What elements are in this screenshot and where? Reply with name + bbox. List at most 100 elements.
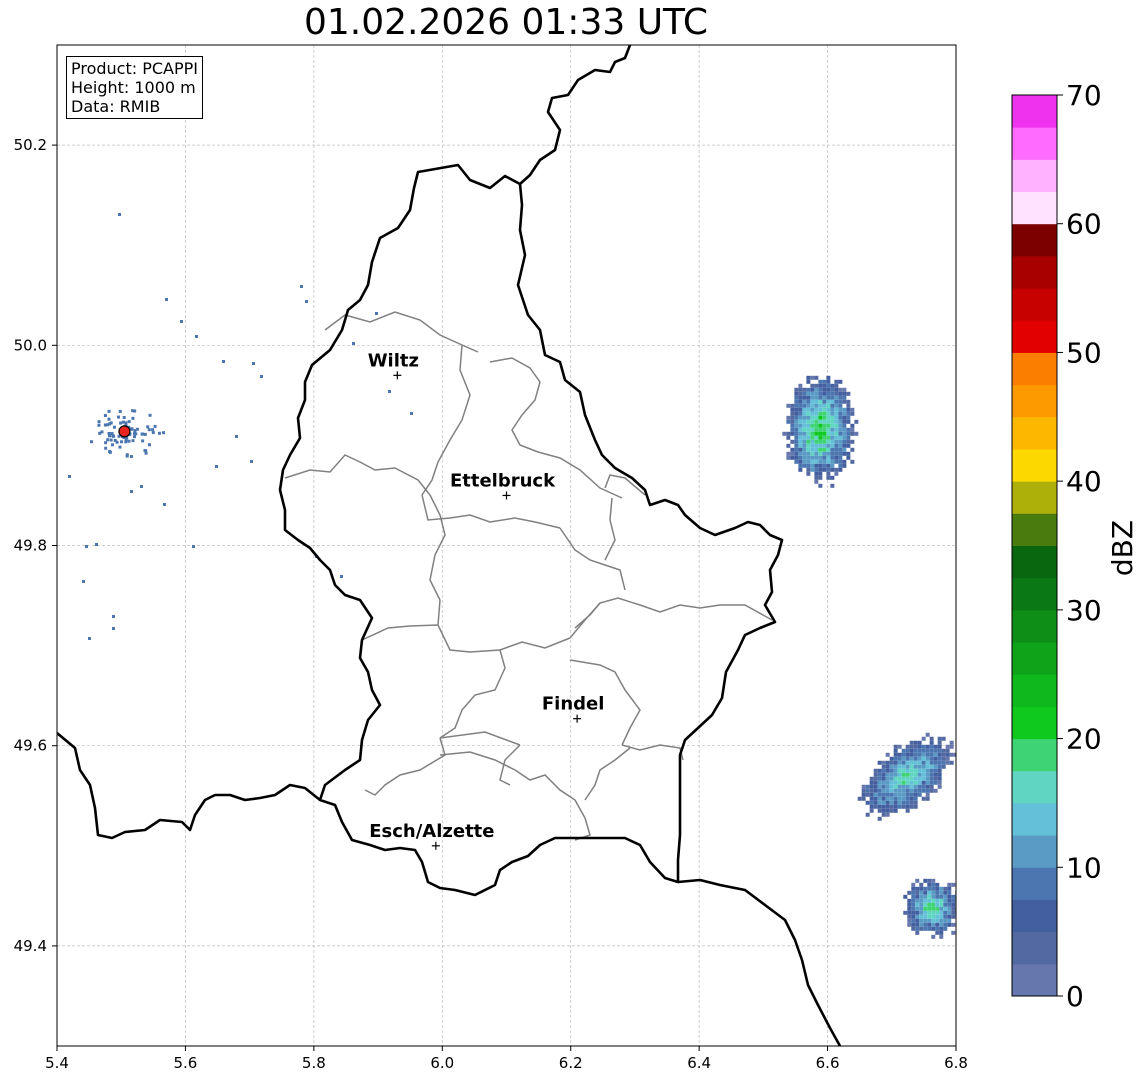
echo-pixel xyxy=(905,804,910,809)
echo-pixel xyxy=(951,902,956,907)
echo-pixel xyxy=(826,439,831,444)
echo-pixel xyxy=(806,435,811,440)
echo-pixel xyxy=(929,752,934,757)
echo-pixel xyxy=(865,800,870,805)
echo-pixel xyxy=(850,427,855,432)
echo-pixel xyxy=(873,792,878,797)
echo-pixel xyxy=(919,918,924,923)
colorbar xyxy=(1012,95,1057,997)
echo-pixel xyxy=(917,756,922,761)
echo-pixel xyxy=(925,732,930,737)
echo-pixel xyxy=(818,483,823,488)
echo-pixel xyxy=(931,926,936,931)
echo-pixel xyxy=(923,878,928,883)
echo-pixel xyxy=(814,387,819,392)
echo-pixel xyxy=(854,419,859,424)
echo-pixel xyxy=(818,475,823,480)
echo-pixel xyxy=(921,760,926,765)
echo-pixel xyxy=(798,463,803,468)
echo-pixel xyxy=(885,764,890,769)
echo-pixel xyxy=(794,403,799,408)
plot-area xyxy=(57,45,956,1046)
echo-pixel xyxy=(901,788,906,793)
echo-pixel xyxy=(927,914,932,919)
echo-pixel xyxy=(806,415,811,420)
clutter-pixel xyxy=(132,435,136,439)
echo-pixel xyxy=(949,752,954,757)
echo-pixel xyxy=(842,423,847,428)
echo-pixel xyxy=(810,455,815,460)
echo-pixel xyxy=(830,399,835,404)
clutter-pixel xyxy=(115,440,119,444)
clutter-pixel xyxy=(124,440,128,444)
echo-pixel xyxy=(921,756,926,761)
echo-pixel xyxy=(901,772,906,777)
echo-pixel xyxy=(951,882,956,887)
echo-pixel xyxy=(818,379,823,384)
echo-pixel xyxy=(806,407,811,412)
echo-pixel xyxy=(947,918,952,923)
echo-pixel xyxy=(814,403,819,408)
echo-pixel xyxy=(810,419,815,424)
echo-pixel xyxy=(947,922,952,927)
echo-pixel xyxy=(923,898,928,903)
echo-pixel xyxy=(921,780,926,785)
echo-pixel xyxy=(943,914,948,919)
echo-pixel xyxy=(933,788,938,793)
echo-pixel xyxy=(834,391,839,396)
echo-pixel xyxy=(802,411,807,416)
clutter-pixel xyxy=(106,423,110,427)
colorbar-segment xyxy=(1012,127,1057,160)
colorbar-segment xyxy=(1012,835,1057,868)
clutter-pixel xyxy=(305,300,308,303)
echo-pixel xyxy=(818,395,823,400)
colorbar-segment xyxy=(1012,770,1057,804)
echo-pixel xyxy=(905,776,910,781)
echo-pixel xyxy=(889,776,894,781)
echo-pixel xyxy=(838,411,843,416)
clutter-pixel xyxy=(180,320,183,323)
echo-pixel xyxy=(802,459,807,464)
echo-pixel xyxy=(901,804,906,809)
echo-pixel xyxy=(802,451,807,456)
echo-pixel xyxy=(921,768,926,773)
echo-pixel xyxy=(830,443,835,448)
echo-pixel xyxy=(846,431,851,436)
clutter-pixel xyxy=(162,431,166,435)
echo-pixel xyxy=(933,748,938,753)
echo-pixel xyxy=(925,784,930,789)
clutter-pixel xyxy=(157,431,161,435)
echo-pixel xyxy=(850,459,855,464)
echo-pixel xyxy=(911,906,916,911)
echo-pixel xyxy=(806,463,811,468)
echo-pixel xyxy=(802,419,807,424)
echo-pixel xyxy=(838,443,843,448)
echo-pixel xyxy=(909,804,914,809)
echo-pixel xyxy=(921,776,926,781)
echo-pixel xyxy=(929,740,934,745)
echo-pixel xyxy=(842,451,847,456)
echo-pixel xyxy=(830,431,835,436)
echo-pixel xyxy=(913,776,918,781)
x-axis: 5.4 5.6 5.8 6.0 6.2 6.4 6.6 6.8 xyxy=(45,1046,968,1072)
echo-pixel xyxy=(915,890,920,895)
echo-pixel xyxy=(909,776,914,781)
echo-pixel xyxy=(861,784,866,789)
echo-pixel xyxy=(826,395,831,400)
echo-pixel xyxy=(913,768,918,773)
echo-pixel xyxy=(826,411,831,416)
echo-pixel xyxy=(810,415,815,420)
echo-pixel xyxy=(794,435,799,440)
echo-pixel xyxy=(897,780,902,785)
echo-pixel xyxy=(881,792,886,797)
echo-pixel xyxy=(814,419,819,424)
echo-pixel xyxy=(915,926,920,931)
echo-pixel xyxy=(909,760,914,765)
echo-pixel xyxy=(865,788,870,793)
echo-pixel xyxy=(885,784,890,789)
echo-pixel xyxy=(838,435,843,440)
echo-pixel xyxy=(873,776,878,781)
echo-pixel xyxy=(901,760,906,765)
clutter-pixel xyxy=(95,543,98,546)
colorbar-segment xyxy=(1012,223,1057,257)
